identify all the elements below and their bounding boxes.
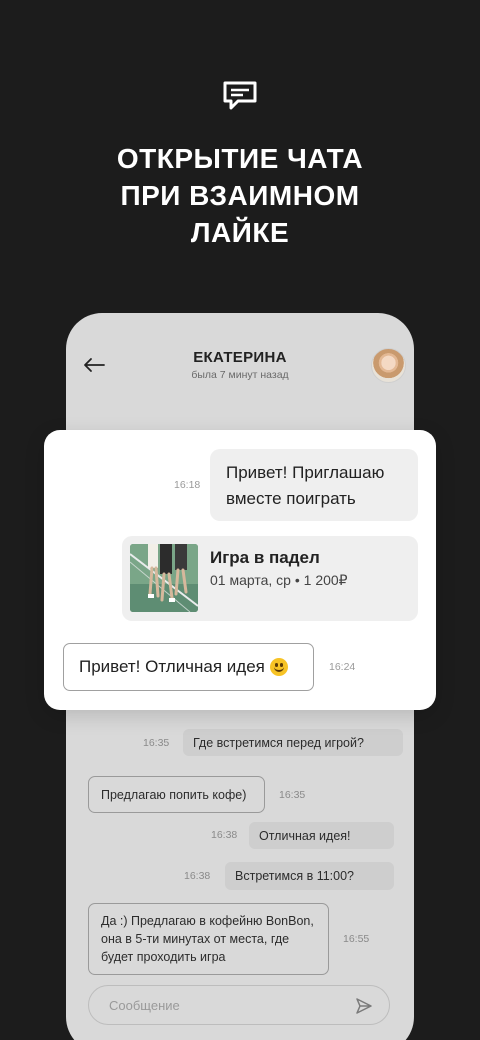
message-time: 16:35 [143, 737, 170, 749]
smile-emoji-icon [269, 658, 288, 676]
message-bubble-outgoing: Привет! Отличная идея [63, 643, 314, 691]
message-text: Привет! Отличная идея [79, 657, 265, 676]
message-time: 16:55 [343, 933, 370, 945]
message-bubble-outgoing: Да :) Предлагаю в кофейню BonBon, она в … [88, 903, 329, 975]
message-composer[interactable]: Сообщение [88, 985, 390, 1025]
contact-status: была 7 минут назад [191, 369, 289, 381]
message-time: 16:35 [279, 789, 306, 801]
message-time: 16:18 [174, 479, 201, 491]
event-title: Игра в падел [210, 548, 320, 567]
chat-icon [223, 81, 257, 110]
message-time: 16:24 [329, 661, 356, 673]
message-bubble-outgoing: Предлагаю попить кофе) [88, 776, 265, 813]
highlight-card: 16:18 Привет! Приглашаю вместе поиграть … [44, 430, 436, 710]
message-input[interactable]: Сообщение [109, 998, 180, 1013]
contact-name: ЕКАТЕРИНА [193, 349, 287, 366]
message-bubble-incoming: Где встретимся перед игрой? [183, 729, 403, 756]
event-card[interactable]: Игра в падел 01 марта, ср • 1 200₽ [122, 536, 418, 621]
avatar[interactable] [371, 348, 406, 383]
chat-header: ЕКАТЕРИНА была 7 минут назад [66, 313, 414, 413]
message-time: 16:38 [211, 829, 238, 841]
message-bubble-incoming: Привет! Приглашаю вместе поиграть [210, 449, 418, 521]
event-image [130, 544, 198, 612]
event-subtitle: 01 марта, ср • 1 200₽ [210, 572, 348, 588]
message-time: 16:38 [184, 870, 211, 882]
message-bubble-incoming: Отличная идея! [249, 822, 394, 849]
send-icon[interactable] [355, 997, 373, 1015]
message-bubble-incoming: Встретимся в 11:00? [225, 862, 394, 890]
promo-headline: ОТКРЫТИЕ ЧАТА ПРИ ВЗАИМНОМ ЛАЙКЕ [116, 143, 364, 248]
